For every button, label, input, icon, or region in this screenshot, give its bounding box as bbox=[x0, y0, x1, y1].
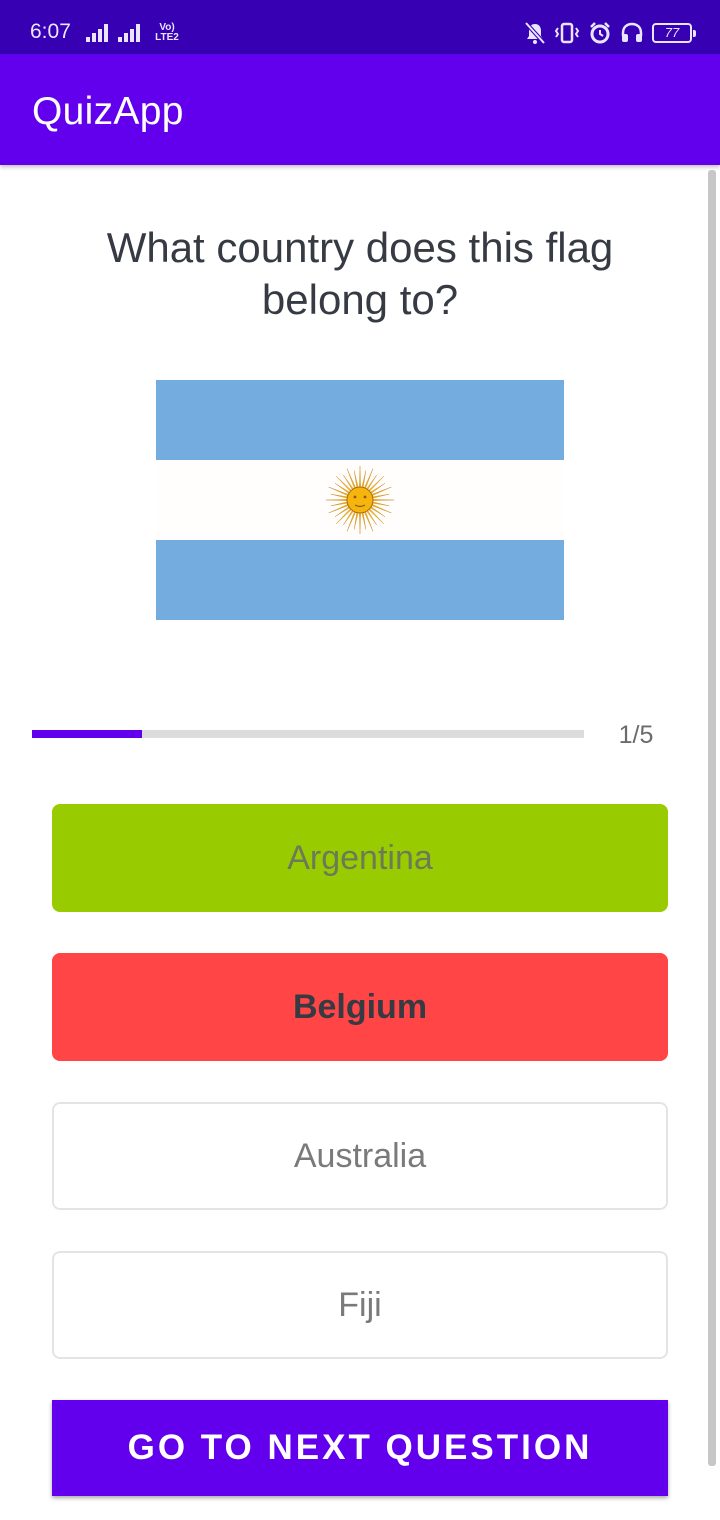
sun-of-may-icon bbox=[325, 465, 395, 535]
scrollbar[interactable] bbox=[708, 170, 716, 1466]
status-time: 6:07 bbox=[30, 20, 71, 43]
mute-icon bbox=[524, 21, 546, 45]
option-argentina-button[interactable]: Argentina bbox=[52, 804, 668, 912]
app-bar: QuizApp bbox=[0, 54, 720, 165]
progress-fill bbox=[32, 730, 143, 738]
status-left-icons: Vo) LTE2 bbox=[86, 21, 184, 45]
option-belgium-button[interactable]: Belgium bbox=[52, 953, 668, 1061]
headset-icon bbox=[621, 22, 643, 42]
status-right-icons: 77 bbox=[524, 19, 696, 47]
option-fiji-button[interactable]: Fiji bbox=[52, 1251, 668, 1359]
signal-icon bbox=[86, 24, 108, 42]
next-question-button[interactable]: GO TO NEXT QUESTION bbox=[52, 1400, 668, 1496]
volte-icon: Vo) LTE2 bbox=[155, 22, 179, 43]
question-text: What country does this flag belong to? bbox=[106, 224, 614, 323]
flag-top-band bbox=[156, 380, 564, 460]
option-australia-button[interactable]: Australia bbox=[52, 1102, 668, 1210]
progress-label: 1/5 bbox=[618, 721, 654, 749]
flag-argentina-icon bbox=[156, 380, 564, 620]
alarm-icon bbox=[590, 22, 610, 44]
battery-icon: 77 bbox=[652, 23, 696, 43]
flag-bottom-band bbox=[156, 540, 564, 620]
vibrate-icon bbox=[554, 22, 580, 44]
progress-bar bbox=[32, 730, 584, 738]
signal-icon bbox=[118, 24, 140, 42]
status-bar: 6:07 Vo) LTE2 77 bbox=[0, 0, 720, 54]
app-title: QuizApp bbox=[32, 90, 184, 133]
